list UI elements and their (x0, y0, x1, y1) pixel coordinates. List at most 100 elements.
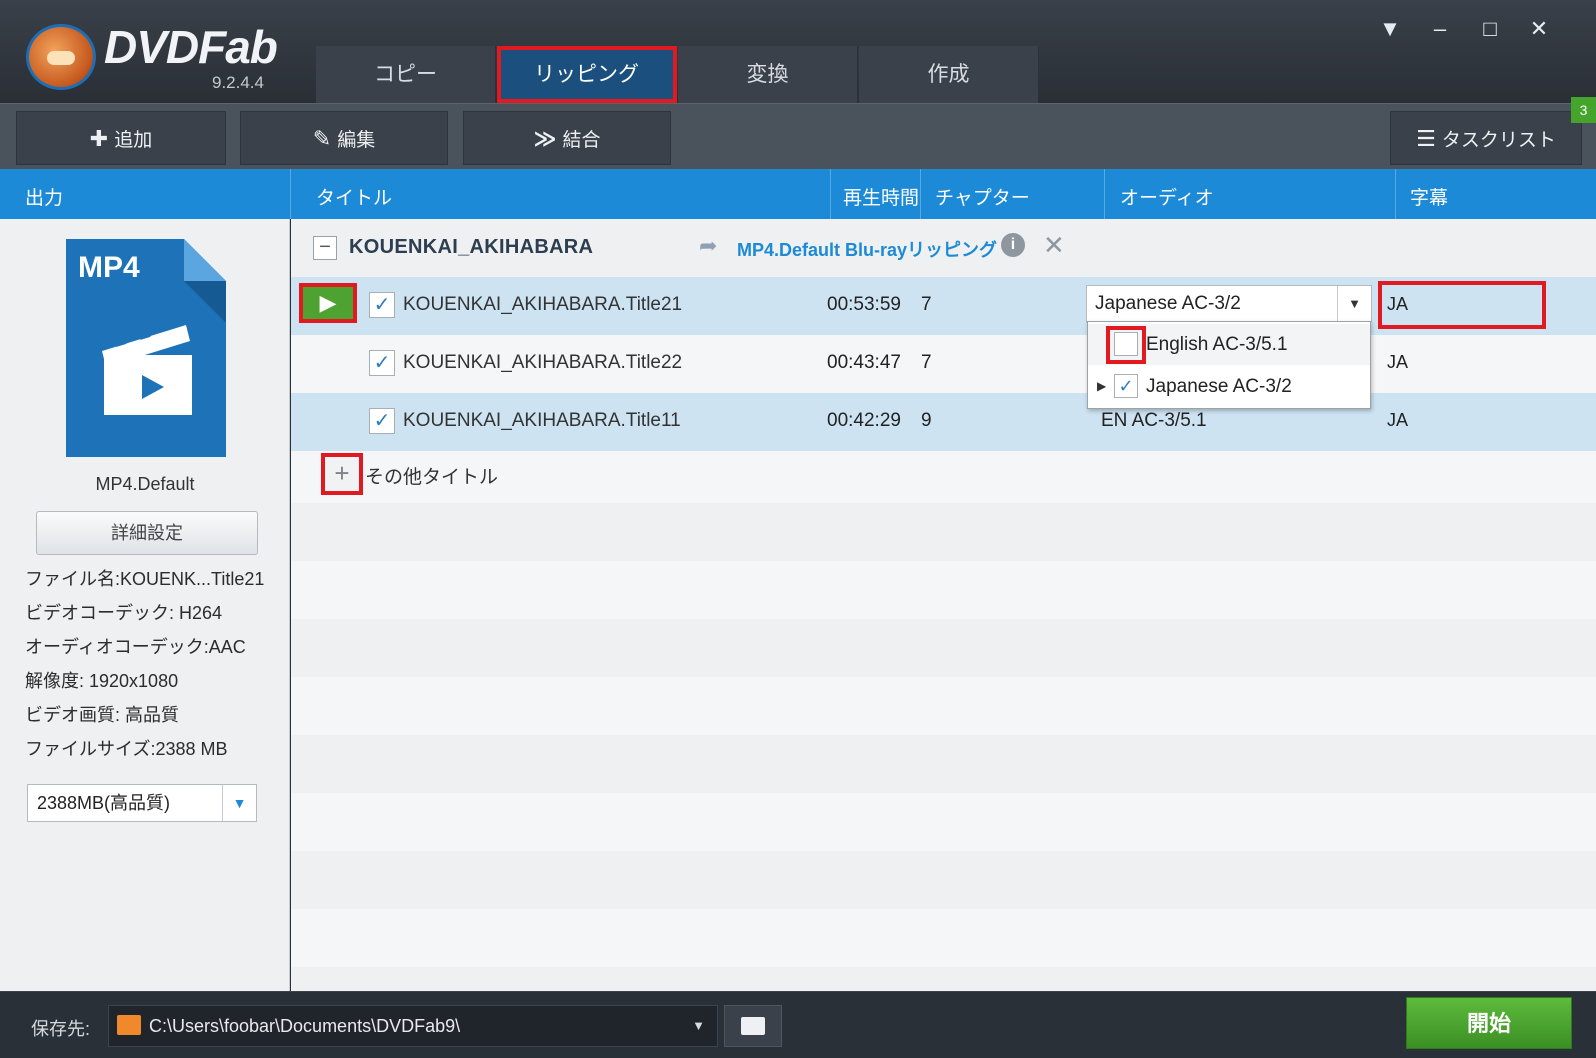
caret-right-icon: ▶ (1097, 379, 1107, 393)
info-filename: ファイル名:KOUENK...Title21 (25, 569, 265, 589)
merge-label: 結合 (562, 130, 601, 151)
output-path-value: C:\Users\foobar\Documents\DVDFab9\ (149, 1016, 461, 1036)
app-logo: DVDFab (104, 21, 278, 73)
title-audio[interactable]: EN AC-3/5.1 (1101, 410, 1207, 432)
merge-button[interactable]: ≫ 結合 (463, 111, 671, 165)
title-checkbox[interactable]: ✓ (369, 292, 395, 318)
source-title: KOUENKAI_AKIHABARA (349, 236, 594, 258)
add-label: 追加 (114, 130, 153, 151)
info-audio-codec: オーディオコーデック:AAC (25, 637, 246, 657)
col-chapters[interactable]: チャプター (935, 183, 1030, 210)
empty-row (291, 735, 1596, 793)
info-video-codec: ビデオコーデック: H264 (25, 603, 223, 623)
info-file-size: ファイルサイズ:2388 MB (25, 739, 228, 759)
column-divider (290, 169, 291, 219)
title-list: − KOUENKAI_AKIHABARA ➦ MP4.Default Blu-r… (291, 219, 1596, 991)
column-header: 出力 タイトル 再生時間 チャプター オーディオ 字幕 (0, 169, 1596, 219)
size-quality-value: 2388MB(高品質) (37, 793, 171, 813)
profile-link[interactable]: MP4.Default Blu-rayリッピング (737, 236, 997, 262)
table-row[interactable]: ▶ ✓ KOUENKAI_AKIHABARA.Title21 00:53:59 … (291, 277, 1596, 335)
merge-icon: ≫ (533, 126, 557, 151)
empty-row (291, 851, 1596, 909)
title-checkbox[interactable]: ✓ (369, 350, 395, 376)
empty-row (291, 619, 1596, 677)
col-duration[interactable]: 再生時間 (843, 183, 919, 210)
checkbox-highlight (1106, 326, 1146, 364)
start-button[interactable]: 開始 (1406, 997, 1572, 1049)
open-folder-icon (741, 1017, 765, 1035)
dropdown-item-english[interactable]: English AC-3/5.1 (1088, 324, 1370, 365)
audio-select-value: Japanese AC-3/2 (1095, 293, 1241, 314)
info-icon[interactable]: i (1001, 233, 1025, 257)
column-divider (920, 169, 921, 219)
info-video-quality: ビデオ画質: 高品質 (25, 705, 180, 725)
title-subtitle[interactable]: JA (1387, 410, 1408, 431)
tasklist-button[interactable]: ☰ タスクリスト (1390, 111, 1582, 165)
column-divider (1104, 169, 1105, 219)
save-to-label: 保存先: (31, 1019, 91, 1039)
title-chapters: 7 (921, 294, 932, 315)
expand-more-titles-button[interactable]: + (321, 453, 363, 495)
bottom-bar: 保存先: C:\Users\foobar\Documents\DVDFab9\ … (0, 991, 1596, 1058)
close-window-icon[interactable]: ✕ (1524, 14, 1554, 44)
tab-copy[interactable]: コピー (316, 46, 496, 103)
app-version: 9.2.4.4 (212, 73, 264, 92)
more-titles-row: + その他タイトル (291, 445, 1596, 503)
column-divider (830, 169, 831, 219)
title-checkbox[interactable]: ✓ (369, 408, 395, 434)
title-name: KOUENKAI_AKIHABARA.Title11 (403, 410, 681, 431)
dvdfab-window: DVDFab 9.2.4.4 ▼ – □ ✕ コピー リッピング 変換 作成 ✚… (0, 0, 1596, 1058)
source-group-row: − KOUENKAI_AKIHABARA ➦ MP4.Default Blu-r… (291, 219, 1596, 277)
edit-button[interactable]: ✎ 編集 (240, 111, 448, 165)
tab-create[interactable]: 作成 (859, 46, 1039, 103)
arrow-forward-icon: ➦ (699, 233, 718, 258)
edit-icon: ✎ (312, 126, 332, 151)
title-chapters: 7 (921, 352, 932, 373)
collapse-toggle[interactable]: − (313, 236, 337, 260)
audio-track-select[interactable]: Japanese AC-3/2 ▼ (1086, 285, 1372, 323)
maximize-icon[interactable]: □ (1475, 14, 1505, 44)
folder-icon (117, 1015, 141, 1035)
output-path-select[interactable]: C:\Users\foobar\Documents\DVDFab9\ ▼ (108, 1005, 718, 1047)
play-preview-button[interactable]: ▶ (299, 283, 357, 323)
title-subtitle[interactable]: JA (1387, 294, 1408, 315)
add-button[interactable]: ✚ 追加 (16, 111, 226, 165)
col-subtitle[interactable]: 字幕 (1410, 183, 1448, 210)
audio-track-dropdown: English AC-3/5.1 ▶ ✓ Japanese AC-3/2 (1087, 321, 1371, 409)
dropdown-item-japanese[interactable]: ▶ ✓ Japanese AC-3/2 (1088, 366, 1370, 407)
title-duration: 00:43:47 (827, 352, 901, 373)
profile-name: MP4.Default (95, 474, 195, 494)
advanced-settings-button[interactable]: 詳細設定 (36, 511, 258, 555)
edit-label: 編集 (337, 130, 376, 151)
output-profile-panel: MP4 MP4.Default 詳細設定 ファイル名:KOUENK...Titl… (0, 219, 290, 991)
dropdown-menu-icon[interactable]: ▼ (1375, 14, 1405, 44)
col-audio[interactable]: オーディオ (1120, 183, 1214, 210)
title-bar: DVDFab 9.2.4.4 ▼ – □ ✕ コピー リッピング 変換 作成 (0, 0, 1596, 103)
col-title[interactable]: タイトル (316, 183, 392, 210)
list-icon: ☰ (1416, 126, 1436, 151)
dropdown-item-label: English AC-3/5.1 (1146, 334, 1288, 355)
title-duration: 00:53:59 (827, 294, 901, 315)
title-chapters: 9 (921, 410, 932, 431)
dropdown-checkbox[interactable]: ✓ (1114, 374, 1138, 398)
chevron-down-icon[interactable]: ▼ (222, 785, 256, 821)
info-resolution: 解像度: 1920x1080 (25, 671, 179, 691)
table-row[interactable]: ✓ KOUENKAI_AKIHABARA.Title11 00:42:29 9 … (291, 393, 1596, 451)
title-name: KOUENKAI_AKIHABARA.Title21 (403, 294, 683, 315)
chevron-down-icon[interactable]: ▼ (692, 1006, 705, 1046)
tasklist-count-badge: 3 (1571, 97, 1596, 123)
tab-ripping[interactable]: リッピング (497, 46, 677, 103)
chevron-down-icon[interactable]: ▼ (1337, 286, 1371, 322)
more-titles-label[interactable]: その他タイトル (365, 462, 498, 489)
tab-convert[interactable]: 変換 (678, 46, 858, 103)
table-row[interactable]: ✓ KOUENKAI_AKIHABARA.Title22 00:43:47 7 … (291, 335, 1596, 393)
title-subtitle[interactable]: JA (1387, 352, 1408, 373)
dropdown-item-label: Japanese AC-3/2 (1146, 376, 1292, 397)
minimize-icon[interactable]: – (1425, 14, 1455, 44)
title-duration: 00:42:29 (827, 410, 901, 431)
browse-folder-button[interactable] (724, 1005, 782, 1047)
col-output: 出力 (25, 188, 64, 209)
remove-source-icon[interactable]: ✕ (1043, 230, 1065, 261)
size-quality-select[interactable]: 2388MB(高品質) ▼ (27, 784, 257, 822)
mp4-icon-label: MP4 (78, 251, 140, 284)
